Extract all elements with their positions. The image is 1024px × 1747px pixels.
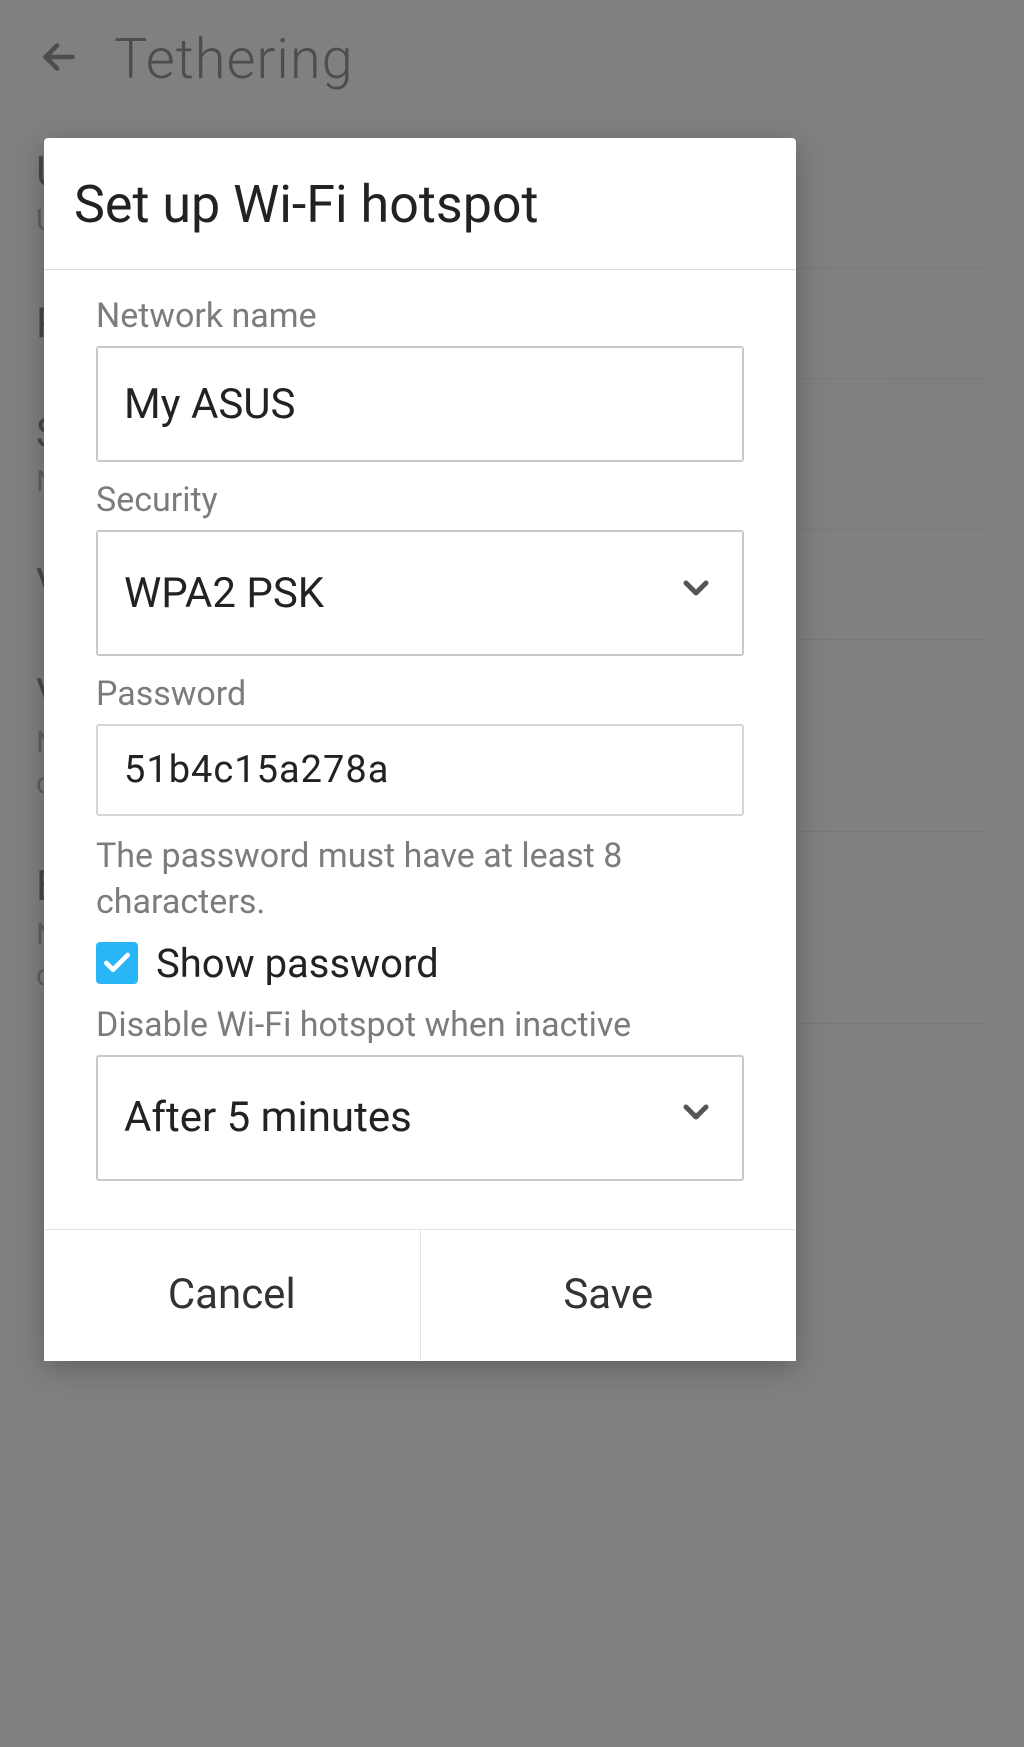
save-button[interactable]: Save <box>420 1230 797 1361</box>
network-name-input[interactable]: My ASUS <box>96 346 744 462</box>
password-label: Password <box>96 674 744 714</box>
dialog-body: Network name My ASUS Security WPA2 PSK P… <box>44 270 796 1229</box>
password-value: 51b4c15a278a <box>124 748 389 792</box>
show-password-row[interactable]: Show password <box>96 940 744 987</box>
dialog-actions: Cancel Save <box>44 1229 796 1361</box>
network-name-label: Network name <box>96 296 744 336</box>
cancel-button[interactable]: Cancel <box>44 1230 420 1361</box>
inactive-label: Disable Wi-Fi hotspot when inactive <box>96 1005 744 1045</box>
security-value: WPA2 PSK <box>124 569 324 618</box>
dialog-title: Set up Wi-Fi hotspot <box>44 138 796 270</box>
show-password-label: Show password <box>156 940 439 987</box>
chevron-down-icon <box>676 1092 716 1143</box>
inactive-select[interactable]: After 5 minutes <box>96 1055 744 1181</box>
chevron-down-icon <box>676 568 716 619</box>
hotspot-dialog: Set up Wi-Fi hotspot Network name My ASU… <box>44 138 796 1361</box>
checkbox-checked-icon[interactable] <box>96 942 138 984</box>
inactive-value: After 5 minutes <box>124 1093 412 1142</box>
password-input[interactable]: 51b4c15a278a <box>96 724 744 816</box>
network-name-value: My ASUS <box>124 380 295 429</box>
security-label: Security <box>96 480 744 520</box>
security-select[interactable]: WPA2 PSK <box>96 530 744 656</box>
password-helper: The password must have at least 8 charac… <box>96 834 744 926</box>
